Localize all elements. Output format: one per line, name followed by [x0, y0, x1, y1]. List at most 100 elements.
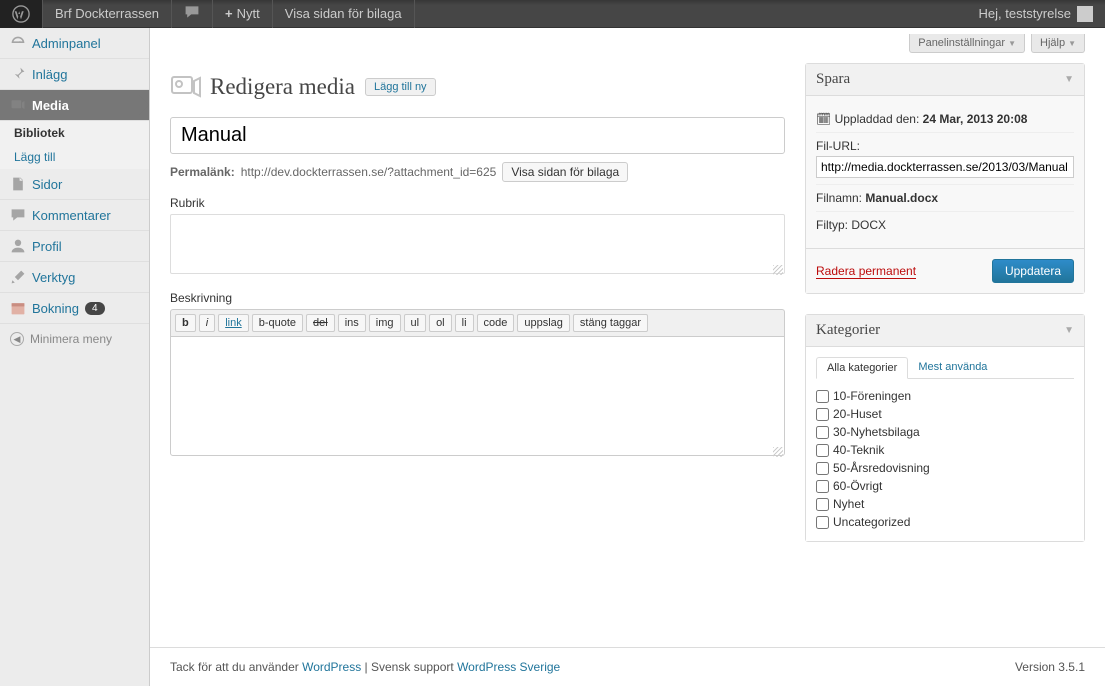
add-new-button[interactable]: Lägg till ny — [365, 78, 436, 96]
sidebar-item-media[interactable]: Media — [0, 90, 149, 121]
new-label: Nytt — [237, 6, 260, 21]
sidebar-item-tools[interactable]: Verktyg — [0, 262, 149, 293]
new-content-link[interactable]: +Nytt — [213, 0, 273, 28]
category-checkbox[interactable] — [816, 426, 829, 439]
editor-link-button[interactable]: link — [218, 314, 249, 332]
categories-metabox-header[interactable]: Kategorier▼ — [806, 315, 1084, 347]
page-title-text: Redigera media — [210, 74, 355, 100]
editor-toolbar: bilinkb-quotedelinsimgulollicodeuppslags… — [170, 309, 785, 336]
category-label: 40-Teknik — [833, 443, 884, 457]
wp-logo[interactable] — [0, 0, 43, 28]
editor-b-quote-button[interactable]: b-quote — [252, 314, 303, 332]
fileurl-input[interactable] — [816, 156, 1074, 178]
category-checkbox[interactable] — [816, 516, 829, 529]
chevron-down-icon: ▼ — [1064, 325, 1074, 336]
editor-uppslag-button[interactable]: uppslag — [517, 314, 570, 332]
version-text: Version 3.5.1 — [1015, 660, 1085, 674]
screen-options-row: Panelinställningar▼ Hjälp▼ — [150, 28, 1105, 53]
submenu-add[interactable]: Lägg till — [0, 145, 149, 169]
filetype-value: DOCX — [851, 218, 886, 232]
permalink-url: http://dev.dockterrassen.se/?attachment_… — [241, 165, 497, 179]
editor-code-button[interactable]: code — [477, 314, 515, 332]
category-checkbox[interactable] — [816, 462, 829, 475]
collapse-icon: ◀ — [10, 332, 24, 346]
delete-permanently-link[interactable]: Radera permanent — [816, 264, 916, 279]
comments-link[interactable] — [172, 0, 213, 28]
permalink-row: Permalänk: http://dev.dockterrassen.se/?… — [170, 162, 785, 182]
collapse-label: Minimera meny — [30, 332, 112, 346]
chevron-down-icon: ▼ — [1068, 39, 1076, 48]
site-name-link[interactable]: Brf Dockterrassen — [43, 0, 172, 28]
avatar-icon — [1077, 6, 1093, 22]
editor-ol-button[interactable]: ol — [429, 314, 452, 332]
sidebar-label: Verktyg — [32, 270, 75, 285]
wordpress-link[interactable]: WordPress — [302, 660, 361, 674]
filetype-row: Filtyp: DOCX — [816, 212, 1074, 238]
media-submenu: Bibliotek Lägg till — [0, 121, 149, 169]
category-checkbox[interactable] — [816, 480, 829, 493]
filetype-label: Filtyp: — [816, 218, 848, 232]
category-checkbox[interactable] — [816, 408, 829, 421]
editor-b-button[interactable]: b — [175, 314, 196, 332]
update-button[interactable]: Uppdatera — [992, 259, 1074, 283]
category-item: Uncategorized — [816, 513, 1074, 531]
account-link[interactable]: Hej, teststyrelse — [967, 0, 1105, 28]
category-label: 60-Övrigt — [833, 479, 882, 493]
editor-del-button[interactable]: del — [306, 314, 335, 332]
category-item: 60-Övrigt — [816, 477, 1074, 495]
save-metabox: Spara▼ 🗓 Uppladdad den: 24 Mar, 2013 20:… — [805, 63, 1085, 294]
pin-icon — [10, 66, 26, 82]
wordpress-sverige-link[interactable]: WordPress Sverige — [457, 660, 560, 674]
editor-ul-button[interactable]: ul — [404, 314, 427, 332]
editor-img-button[interactable]: img — [369, 314, 401, 332]
comment-icon — [184, 4, 200, 23]
page-icon — [10, 176, 26, 192]
category-checkbox[interactable] — [816, 498, 829, 511]
sidebar-item-booking[interactable]: Bokning 4 — [0, 293, 149, 324]
sidebar-label: Sidor — [32, 177, 62, 192]
view-page-link[interactable]: Visa sidan för bilaga — [273, 0, 415, 28]
category-label: 10-Föreningen — [833, 389, 911, 403]
rubrik-textarea[interactable] — [170, 214, 785, 274]
greeting-text: Hej, teststyrelse — [979, 6, 1071, 21]
sidebar-item-posts[interactable]: Inlägg — [0, 59, 149, 90]
booking-count-badge: 4 — [85, 302, 105, 315]
sidebar-item-dashboard[interactable]: Adminpanel — [0, 28, 149, 59]
tab-all-categories[interactable]: Alla kategorier — [816, 357, 908, 379]
calendar-icon: 🗓 — [816, 112, 831, 126]
chevron-down-icon: ▼ — [1008, 39, 1016, 48]
save-metabox-header[interactable]: Spara▼ — [806, 64, 1084, 96]
category-checkbox[interactable] — [816, 390, 829, 403]
panel-settings-button[interactable]: Panelinställningar▼ — [909, 34, 1025, 53]
category-checkbox[interactable] — [816, 444, 829, 457]
editor-i-button[interactable]: i — [199, 314, 215, 332]
uploaded-row: 🗓 Uppladdad den: 24 Mar, 2013 20:08 — [816, 106, 1074, 133]
sidebar-item-comments[interactable]: Kommentarer — [0, 200, 149, 231]
sidebar-item-pages[interactable]: Sidor — [0, 169, 149, 200]
filename-label: Filnamn: — [816, 191, 862, 205]
description-textarea[interactable] — [170, 336, 785, 456]
page-heading: Redigera media Lägg till ny — [170, 71, 785, 103]
categories-metabox: Kategorier▼ Alla kategorier Mest använda… — [805, 314, 1085, 542]
sidebar-label: Kommentarer — [32, 208, 111, 223]
editor-stäng-taggar-button[interactable]: stäng taggar — [573, 314, 648, 332]
tab-most-used[interactable]: Mest använda — [908, 357, 997, 378]
category-label: Uncategorized — [833, 515, 910, 529]
filename-value: Manual.docx — [865, 191, 938, 205]
help-button[interactable]: Hjälp▼ — [1031, 34, 1085, 53]
sidebar-item-profile[interactable]: Profil — [0, 231, 149, 262]
category-label: 30-Nyhetsbilaga — [833, 425, 920, 439]
title-input[interactable] — [170, 117, 785, 154]
fileurl-label: Fil-URL: — [816, 139, 1074, 153]
view-attachment-button[interactable]: Visa sidan för bilaga — [502, 162, 628, 182]
user-icon — [10, 238, 26, 254]
editor-li-button[interactable]: li — [455, 314, 474, 332]
editor-ins-button[interactable]: ins — [338, 314, 366, 332]
chevron-down-icon: ▼ — [1064, 74, 1074, 85]
submenu-library[interactable]: Bibliotek — [0, 121, 149, 145]
filename-row: Filnamn: Manual.docx — [816, 185, 1074, 212]
collapse-menu[interactable]: ◀ Minimera meny — [0, 324, 149, 354]
category-label: 50-Årsredovisning — [833, 461, 930, 475]
category-item: 50-Årsredovisning — [816, 459, 1074, 477]
admin-sidebar: Adminpanel Inlägg Media Bibliotek Lägg t… — [0, 28, 150, 686]
